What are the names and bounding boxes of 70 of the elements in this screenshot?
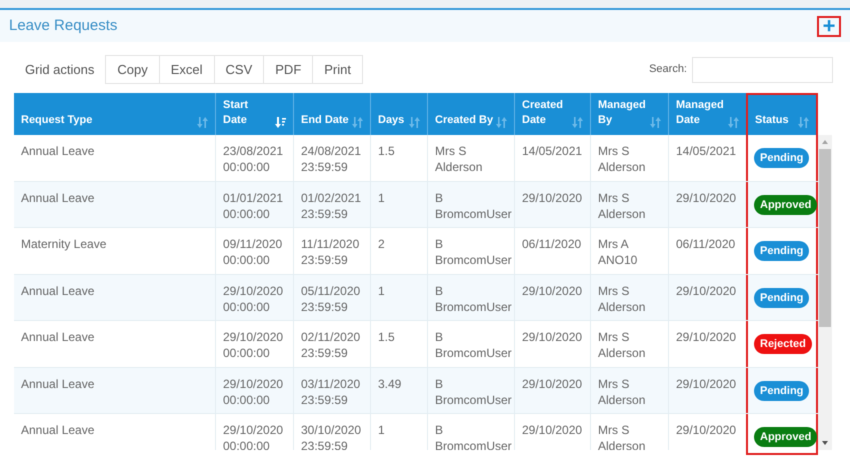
table-cell: 02/11/2020 23:59:59 <box>293 321 370 366</box>
table-cell: B BromcomUser <box>427 228 514 274</box>
table-cell: Mrs S Alderson <box>590 182 668 227</box>
table-cell: 29/10/2020 <box>514 368 590 413</box>
table-cell: 29/10/2020 00:00:00 <box>215 414 293 450</box>
table-cell: 29/10/2020 <box>668 182 746 227</box>
table-cell: 29/10/2020 <box>668 274 746 320</box>
table-cell-text: Annual Leave <box>20 190 96 206</box>
table-cell-text: Annual Leave <box>20 143 96 160</box>
table-cell: 29/10/2020 00:00:00 <box>215 368 293 413</box>
table-cell: 29/10/2020 <box>514 182 590 227</box>
table-cell: 29/10/2020 00:00:00 <box>215 274 293 320</box>
column-header[interactable]: Request Type <box>14 93 215 135</box>
table-cell-text: Annual Leave <box>20 329 96 346</box>
table-cell: 24/08/2021 23:59:59 <box>293 135 370 180</box>
table-cell: Mrs S Alderson <box>590 135 668 180</box>
table-cell: 29/10/2020 <box>514 274 590 320</box>
table-cell-text: Maternity Leave <box>20 236 108 253</box>
table-cell: B BromcomUser <box>427 321 514 366</box>
status-badge: Pending <box>754 148 810 168</box>
table-cell: B BromcomUser <box>427 182 514 227</box>
table-cell: B BromcomUser <box>427 274 514 320</box>
panel-title: Leave Requests <box>9 16 118 36</box>
table-cell: 1.5 <box>370 135 427 180</box>
table-cell: Mrs A ANO10 <box>590 228 668 274</box>
table-cell: 29/10/2020 <box>668 414 746 450</box>
status-badge: Pending <box>754 288 810 308</box>
scrollbar[interactable] <box>818 135 832 450</box>
table-cell: 2 <box>370 228 427 274</box>
table-cell-text: Annual Leave <box>20 376 96 392</box>
status-badge: Pending <box>754 241 810 261</box>
table-cell: 09/11/2020 00:00:00 <box>215 228 293 274</box>
table-cell: 3.49 <box>370 368 427 413</box>
table-cell: 14/05/2021 <box>514 135 590 180</box>
table-cell: 06/11/2020 <box>668 228 746 274</box>
search-field[interactable] <box>692 56 833 82</box>
table-cell: 1 <box>370 414 427 450</box>
table-cell: 29/10/2020 <box>668 321 746 366</box>
status-badge: Approved <box>754 194 818 214</box>
toolbar-label: Grid actions <box>24 60 96 79</box>
status-badge: Approved <box>754 427 818 447</box>
table-cell: 05/11/2020 23:59:59 <box>293 274 370 320</box>
table-cell: 01/01/2021 00:00:00 <box>215 182 293 227</box>
table-cell: 14/05/2021 <box>668 135 746 180</box>
table-cell: 29/10/2020 00:00:00 <box>215 321 293 366</box>
table-cell: 29/10/2020 <box>514 414 590 450</box>
table-cell: 1.5 <box>370 321 427 366</box>
table-cell: Mrs S Alderson <box>427 135 514 180</box>
table-cell: 29/10/2020 <box>668 368 746 413</box>
table-cell: 01/02/2021 23:59:59 <box>293 182 370 227</box>
table-cell-text: Annual Leave <box>20 282 96 300</box>
table-cell: B BromcomUser <box>427 414 514 450</box>
table-cell: 1 <box>370 274 427 320</box>
status-badge: Rejected <box>754 334 812 354</box>
add-button[interactable]: + <box>817 16 841 36</box>
table-cell: Mrs S Alderson <box>590 274 668 320</box>
table-cell: 11/11/2020 23:59:59 <box>293 228 370 274</box>
table-cell: 03/11/2020 23:59:59 <box>293 368 370 413</box>
table-cell: B BromcomUser <box>427 368 514 413</box>
table-cell: Mrs S Alderson <box>590 321 668 366</box>
table-cell: 29/10/2020 <box>514 321 590 366</box>
table-cell: Mrs S Alderson <box>590 368 668 413</box>
table-cell: 23/08/2021 00:00:00 <box>215 135 293 180</box>
table-cell: Mrs S Alderson <box>590 414 668 450</box>
table-cell: 06/11/2020 <box>514 228 590 274</box>
table-cell-text: Annual Leave <box>20 422 96 439</box>
table-cell: 1 <box>370 182 427 227</box>
table-cell: 30/10/2020 23:59:59 <box>293 414 370 450</box>
status-badge: Pending <box>754 380 810 400</box>
search-label: Search: <box>649 62 687 78</box>
